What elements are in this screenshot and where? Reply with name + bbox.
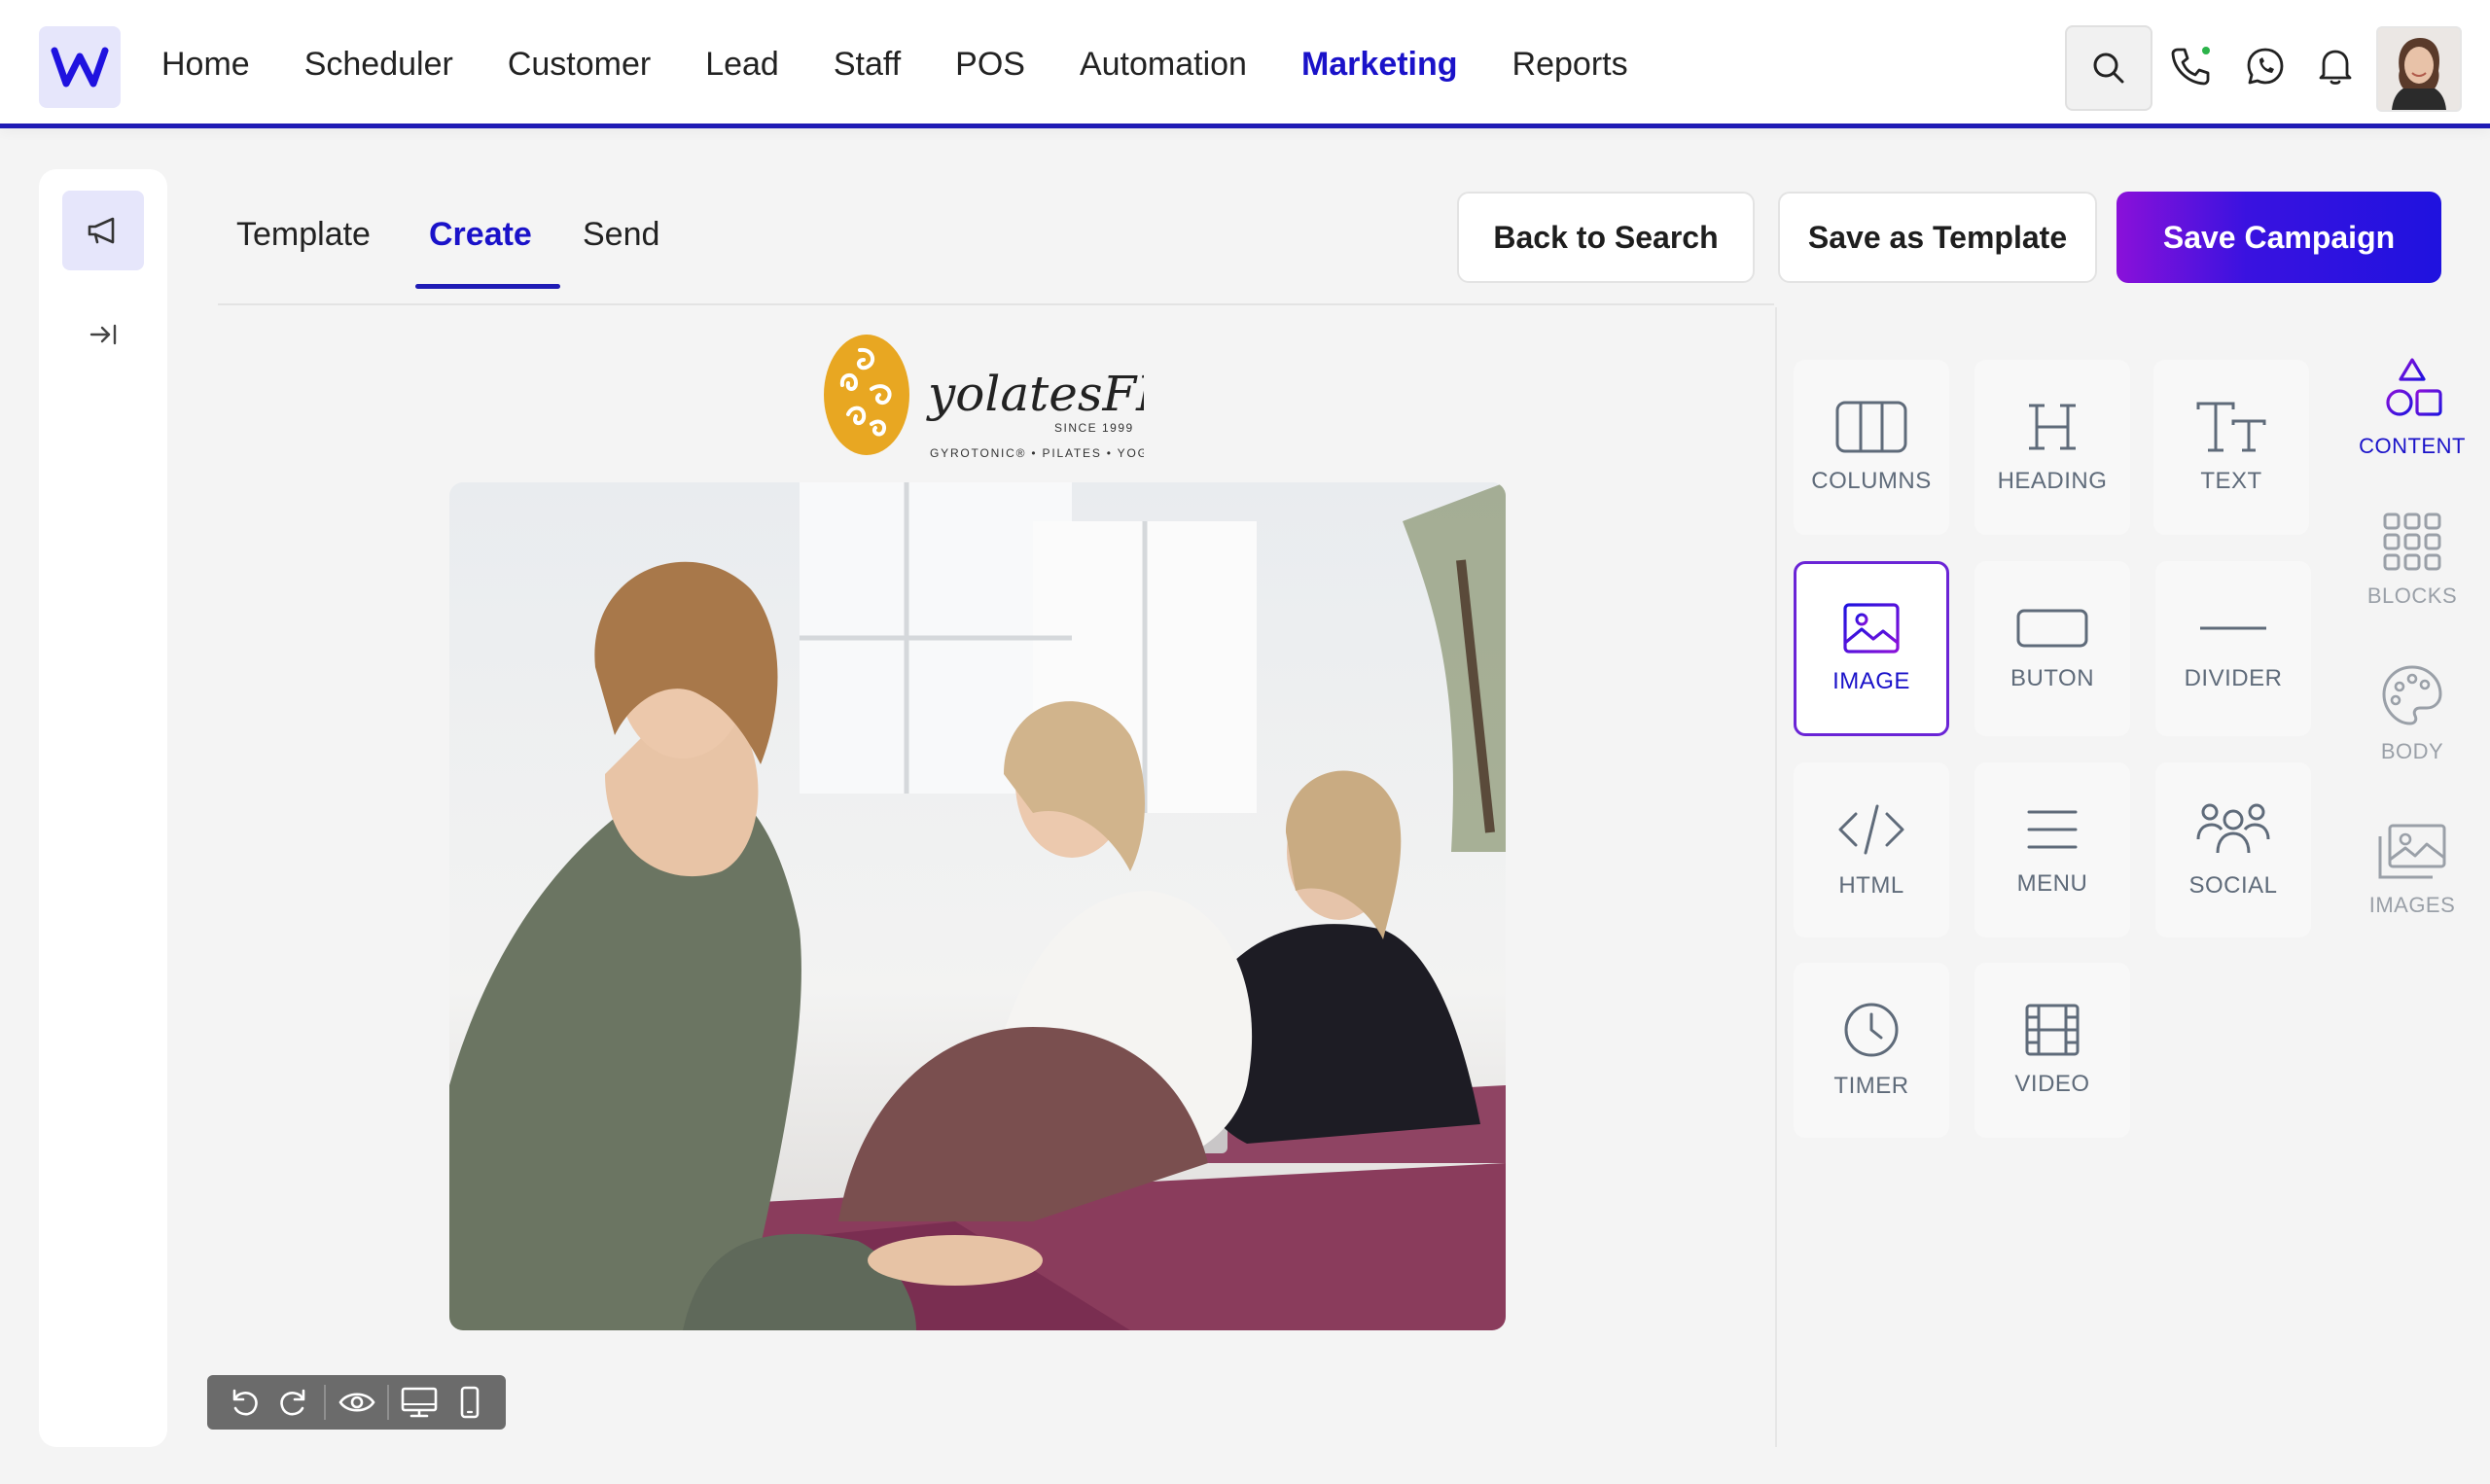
images-icon bbox=[2378, 824, 2446, 879]
desktop-view-button[interactable] bbox=[395, 1375, 445, 1430]
brand-since: SINCE 1999 bbox=[1054, 421, 1134, 435]
tool-video[interactable]: VIDEO bbox=[1974, 963, 2130, 1138]
heading-icon bbox=[2029, 404, 2076, 450]
toolbar-separator bbox=[324, 1385, 326, 1420]
menu-icon bbox=[2027, 810, 2078, 849]
nav-customer[interactable]: Customer bbox=[508, 46, 651, 84]
tool-label: SOCIAL bbox=[2188, 872, 2278, 899]
undo-button[interactable] bbox=[219, 1375, 268, 1430]
tool-social[interactable]: SOCIAL bbox=[2155, 762, 2311, 937]
redo-button[interactable] bbox=[268, 1375, 318, 1430]
columns-icon bbox=[1835, 401, 1907, 453]
tool-label: HTML bbox=[1838, 872, 1904, 899]
tool-label: IMAGE bbox=[1832, 668, 1910, 694]
search-icon bbox=[2093, 53, 2124, 84]
tool-heading[interactable]: HEADING bbox=[1974, 360, 2130, 535]
eye-icon bbox=[338, 1393, 375, 1412]
film-icon bbox=[2025, 1004, 2080, 1056]
hero-image[interactable] bbox=[449, 482, 1506, 1330]
desktop-icon bbox=[402, 1387, 438, 1418]
button-icon bbox=[2016, 609, 2088, 648]
campaign-nav-button[interactable] bbox=[62, 191, 144, 270]
notifications-button[interactable] bbox=[2312, 43, 2359, 89]
tool-label: TEXT bbox=[2200, 468, 2262, 494]
tool-button[interactable]: BUTON bbox=[1974, 561, 2130, 736]
top-navbar: Home Scheduler Customer Lead Staff POS A… bbox=[0, 0, 2490, 128]
divider-icon bbox=[2200, 626, 2266, 630]
save-campaign-button[interactable]: Save Campaign bbox=[2116, 192, 2441, 283]
back-to-search-button[interactable]: Back to Search bbox=[1457, 192, 1755, 283]
tool-menu[interactable]: MENU bbox=[1974, 762, 2130, 937]
side-tab-label: BLOCKS bbox=[2366, 583, 2458, 608]
nav-staff[interactable]: Staff bbox=[834, 46, 901, 84]
side-tab-images[interactable]: IMAGES bbox=[2344, 823, 2480, 918]
grid-icon bbox=[2383, 512, 2441, 571]
phone-icon bbox=[2171, 47, 2210, 86]
canvas-toolbar bbox=[207, 1375, 506, 1430]
tab-template[interactable]: Template bbox=[236, 216, 371, 254]
expand-rail-button[interactable] bbox=[80, 315, 126, 354]
image-icon bbox=[1843, 603, 1900, 654]
tool-label: DIVIDER bbox=[2184, 665, 2283, 691]
phone-button[interactable] bbox=[2167, 43, 2214, 89]
shapes-icon bbox=[2386, 358, 2442, 416]
brand-emblem-icon bbox=[824, 335, 909, 455]
bell-icon bbox=[2319, 50, 2352, 85]
nav-marketing[interactable]: Marketing bbox=[1301, 46, 1458, 84]
side-tab-blocks[interactable]: BLOCKS bbox=[2344, 512, 2480, 609]
side-tab-label: CONTENT bbox=[2359, 434, 2466, 458]
active-tab-indicator bbox=[415, 284, 560, 289]
code-icon bbox=[1838, 804, 1904, 855]
text-icon bbox=[2196, 402, 2266, 452]
tool-label: MENU bbox=[2016, 870, 2088, 897]
tool-label: COLUMNS bbox=[1811, 468, 1932, 494]
whatsapp-icon bbox=[2247, 48, 2284, 85]
side-tab-label: BODY bbox=[2380, 739, 2444, 763]
tool-label: TIMER bbox=[1833, 1073, 1909, 1099]
panel-divider bbox=[1775, 307, 1777, 1447]
tool-text[interactable]: TEXT bbox=[2153, 360, 2309, 535]
arrow-right-to-line-icon bbox=[89, 324, 117, 345]
tool-image[interactable]: IMAGE bbox=[1794, 561, 1949, 736]
megaphone-icon bbox=[88, 217, 115, 244]
tab-send[interactable]: Send bbox=[583, 216, 659, 254]
main-nav: Home Scheduler Customer Lead Staff POS A… bbox=[161, 0, 1683, 128]
nav-home[interactable]: Home bbox=[161, 46, 250, 84]
side-tab-content[interactable]: CONTENT bbox=[2344, 356, 2480, 459]
tool-html[interactable]: HTML bbox=[1794, 762, 1949, 937]
brand-logo[interactable]: yolatesFIT SINCE 1999 GYROTONIC® • PILAT… bbox=[823, 331, 1192, 467]
tabs-divider bbox=[218, 303, 1774, 305]
tool-columns[interactable]: COLUMNS bbox=[1794, 360, 1949, 535]
undo-icon bbox=[232, 1389, 258, 1416]
whatsapp-button[interactable] bbox=[2242, 43, 2289, 89]
mobile-view-button[interactable] bbox=[445, 1375, 494, 1430]
user-avatar[interactable] bbox=[2376, 26, 2462, 112]
brand-tagline: GYROTONIC® • PILATES • YOGA bbox=[930, 446, 1144, 460]
tool-label: VIDEO bbox=[2014, 1071, 2090, 1097]
left-rail bbox=[39, 169, 167, 1447]
tool-label: HEADING bbox=[1997, 468, 2108, 494]
search-button[interactable] bbox=[2065, 25, 2152, 111]
tool-divider[interactable]: DIVIDER bbox=[2155, 561, 2311, 736]
preview-button[interactable] bbox=[332, 1375, 381, 1430]
app-logo-icon[interactable] bbox=[39, 26, 121, 108]
nav-lead[interactable]: Lead bbox=[705, 46, 779, 84]
nav-automation[interactable]: Automation bbox=[1080, 46, 1247, 84]
side-tab-body[interactable]: BODY bbox=[2344, 663, 2480, 764]
palette-icon bbox=[2382, 665, 2442, 725]
tool-label: BUTON bbox=[2010, 665, 2095, 691]
tab-create[interactable]: Create bbox=[429, 216, 532, 254]
nav-pos[interactable]: POS bbox=[955, 46, 1025, 84]
mobile-icon bbox=[460, 1386, 479, 1419]
redo-icon bbox=[279, 1389, 304, 1416]
users-icon bbox=[2196, 803, 2270, 854]
tool-timer[interactable]: TIMER bbox=[1794, 963, 1949, 1138]
nav-scheduler[interactable]: Scheduler bbox=[304, 46, 453, 84]
clock-icon bbox=[1844, 1003, 1899, 1057]
toolbar-separator bbox=[387, 1385, 389, 1420]
brand-name: yolatesFIT bbox=[926, 366, 1144, 422]
nav-reports[interactable]: Reports bbox=[1512, 46, 1628, 84]
side-tab-label: IMAGES bbox=[2368, 893, 2456, 917]
save-as-template-button[interactable]: Save as Template bbox=[1778, 192, 2097, 283]
